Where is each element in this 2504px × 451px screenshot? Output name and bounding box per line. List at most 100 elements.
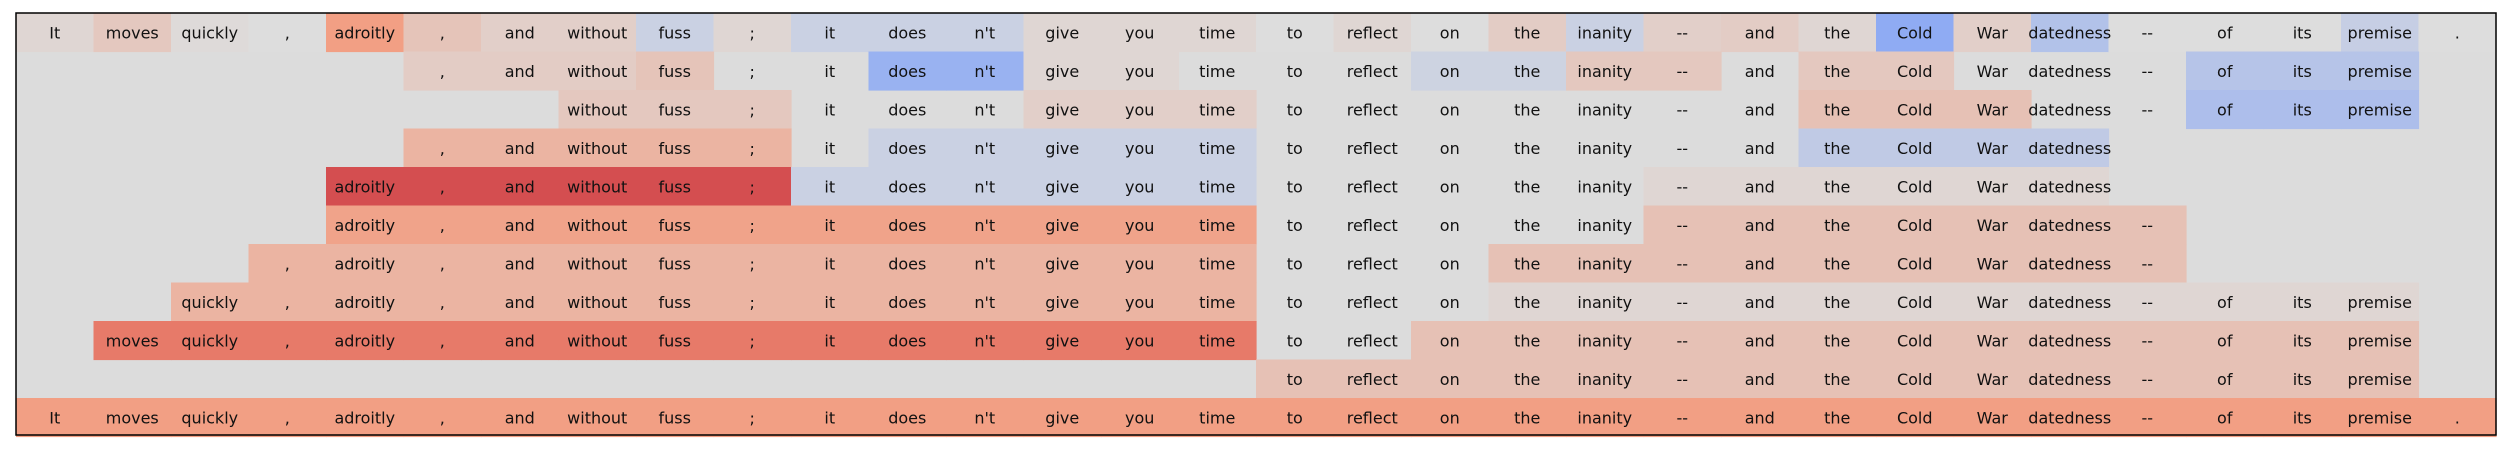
token-label: the [1824, 100, 1850, 119]
token-label: you [1125, 293, 1154, 312]
token-label: ; [750, 216, 755, 235]
token-label: on [1440, 139, 1460, 158]
token-label: inanity [1577, 370, 1632, 389]
token-label: datedness [2028, 293, 2111, 312]
token-label: -- [2141, 100, 2153, 119]
token-label: reflect [1347, 177, 1398, 196]
token-label: , [440, 177, 445, 196]
token-label: on [1440, 23, 1460, 42]
token-label: -- [2141, 408, 2153, 427]
token-label: premise [2348, 331, 2412, 350]
token-label: n't [974, 23, 995, 42]
token-label: time [1199, 254, 1235, 273]
token-label: you [1125, 177, 1154, 196]
token-label: , [440, 62, 445, 81]
token-label: -- [1676, 100, 1688, 119]
token-label: and [1745, 62, 1775, 81]
token-label: , [440, 254, 445, 273]
token-label: Cold [1897, 23, 1933, 42]
token-label: does [888, 139, 926, 158]
token-label: the [1514, 408, 1540, 427]
token-label: time [1199, 177, 1235, 196]
token-label: fuss [659, 216, 691, 235]
token-label: -- [1676, 139, 1688, 158]
token-label: reflect [1347, 331, 1398, 350]
token-label: , [285, 408, 290, 427]
token-label: and [505, 62, 535, 81]
token-label: the [1514, 139, 1540, 158]
token-label: premise [2348, 62, 2412, 81]
token-label: give [1045, 177, 1079, 196]
token-label: give [1045, 216, 1079, 235]
token-label: War [1977, 62, 2009, 81]
token-label: on [1440, 370, 1460, 389]
token-label: War [1977, 254, 2009, 273]
token-label: premise [2348, 100, 2412, 119]
token-label: the [1514, 216, 1540, 235]
token-label: War [1977, 100, 2009, 119]
token-label: fuss [659, 177, 691, 196]
token-label: to [1287, 293, 1303, 312]
token-label: fuss [659, 331, 691, 350]
token-label: on [1440, 254, 1460, 273]
token-label: and [1745, 293, 1775, 312]
token-label: fuss [659, 293, 691, 312]
token-label: datedness [2028, 331, 2111, 350]
token-label: the [1514, 331, 1540, 350]
token-label: without [567, 216, 627, 235]
token-label: without [567, 139, 627, 158]
token-label: n't [974, 139, 995, 158]
token-label: the [1824, 177, 1850, 196]
token-label: n't [974, 177, 995, 196]
token-label: It [49, 408, 60, 427]
token-label: inanity [1577, 254, 1632, 273]
token-label: datedness [2028, 177, 2111, 196]
token-label: -- [2141, 370, 2153, 389]
token-label: and [1745, 23, 1775, 42]
token-label: you [1125, 254, 1154, 273]
token-label: you [1125, 331, 1154, 350]
token-label: to [1287, 139, 1303, 158]
token-label: and [1745, 216, 1775, 235]
token-label: give [1045, 408, 1079, 427]
token-label: and [505, 293, 535, 312]
token-label: time [1199, 139, 1235, 158]
token-label: does [888, 331, 926, 350]
token-label: , [440, 293, 445, 312]
token-label: Cold [1897, 216, 1933, 235]
token-label: ; [750, 100, 755, 119]
token-label: n't [974, 293, 995, 312]
token-label: and [1745, 100, 1775, 119]
token-label: to [1287, 216, 1303, 235]
token-label: . [2455, 408, 2460, 427]
token-label: does [888, 100, 926, 119]
token-label: datedness [2028, 254, 2111, 273]
token-label: you [1125, 100, 1154, 119]
token-label: Cold [1897, 139, 1933, 158]
token-label: to [1287, 254, 1303, 273]
token-label: and [1745, 370, 1775, 389]
token-label: fuss [659, 62, 691, 81]
token-label: it [824, 216, 835, 235]
token-label: War [1977, 331, 2009, 350]
token-label: -- [2141, 62, 2153, 81]
token-label: its [2293, 370, 2312, 389]
token-label: ; [750, 331, 755, 350]
token-label: datedness [2028, 62, 2111, 81]
token-label: you [1125, 216, 1154, 235]
token-label: its [2293, 62, 2312, 81]
token-label: time [1199, 100, 1235, 119]
token-label: premise [2348, 370, 2412, 389]
token-label: , [440, 408, 445, 427]
token-label: and [505, 177, 535, 196]
token-label: on [1440, 331, 1460, 350]
token-label: , [440, 331, 445, 350]
token-label: War [1977, 408, 2009, 427]
token-label: does [888, 23, 926, 42]
token-label: the [1824, 216, 1850, 235]
token-label: War [1977, 177, 2009, 196]
token-label: of [2217, 62, 2233, 81]
token-label: and [505, 139, 535, 158]
token-label: adroitly [334, 408, 395, 427]
token-label: reflect [1347, 23, 1398, 42]
